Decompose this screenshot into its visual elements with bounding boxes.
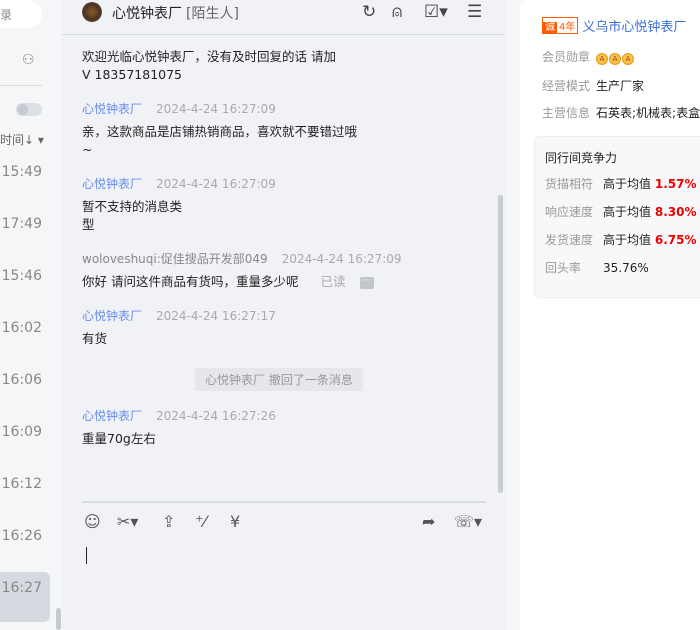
- metric-row: 发货速度 高于均值 6.75%: [545, 231, 696, 248]
- sender-name[interactable]: 心悦钟表厂: [82, 409, 142, 423]
- contact-tag: [陌生人]: [186, 6, 239, 22]
- metric-row: 响应速度 高于均值 8.30%: [545, 203, 696, 220]
- quick-phrase-icon[interactable]: ⁺⁄: [195, 512, 206, 531]
- avatar[interactable]: [82, 2, 102, 22]
- scrollbar[interactable]: [56, 608, 61, 630]
- mode-row: 经营模式 生产厂家: [542, 77, 644, 94]
- read-status: 已读: [320, 274, 346, 289]
- years: 4年: [559, 22, 576, 33]
- message-meta: 心悦钟表厂 2024-4-24 16:27:17: [82, 307, 482, 324]
- prefix: 高于均值: [603, 233, 652, 247]
- label: 发货速度: [545, 233, 594, 247]
- message-time: 2024-4-24 16:27:09: [156, 102, 276, 116]
- search-input[interactable]: 录: [0, 0, 42, 28]
- chat-header: 心悦钟表厂 [陌生人] ↻ ⍝ ☑▾ ☰: [62, 0, 505, 35]
- message-time: 2024-4-24 16:27:17: [156, 309, 276, 323]
- prefix: 高于均值: [603, 205, 652, 219]
- recall-notice: 心悦钟表厂 撤回了一条消息: [195, 368, 363, 391]
- metric-row: 货描相符 高于均值 1.57%: [545, 175, 696, 192]
- conversation-time[interactable]: 16:26: [0, 528, 50, 544]
- conversation-time[interactable]: 17:49: [0, 216, 50, 232]
- medal-icon: A: [622, 53, 635, 65]
- company-row: 诚 4年 义乌市心悦钟表厂: [542, 16, 686, 35]
- label: 主营信息: [542, 106, 591, 120]
- scrollbar[interactable]: [498, 195, 503, 493]
- value: 8.30%: [654, 205, 697, 219]
- history-icon[interactable]: ↻: [362, 2, 376, 22]
- divider: [0, 85, 42, 86]
- sender-name[interactable]: 心悦钟表厂: [82, 309, 142, 323]
- main-business-row: 主营信息 石英表;机械表;表盒: [542, 104, 700, 121]
- value: 生产厂家: [596, 79, 645, 93]
- chat-title: 心悦钟表厂 [陌生人]: [112, 3, 239, 23]
- toolbar-divider: [82, 501, 486, 503]
- coupon-icon[interactable]: ¥: [230, 512, 240, 531]
- message-row: 你好 请问这件商品有货吗，重量多少呢 已读 ···: [82, 273, 482, 291]
- filter-toggle[interactable]: [16, 103, 42, 116]
- sender-name[interactable]: 心悦钟表厂: [82, 177, 142, 191]
- conversation-time[interactable]: 16:02: [0, 320, 50, 336]
- medal-row: 会员勋章 A A A: [542, 48, 635, 65]
- org-tree-icon[interactable]: ⚇: [22, 52, 35, 68]
- prefix: 高于均值: [603, 177, 652, 191]
- medal-icon: A: [609, 53, 622, 65]
- label: 响应速度: [545, 205, 594, 219]
- message-text: 暂不支持的消息类 型: [82, 199, 183, 232]
- message-text: 你好 请问这件商品有货吗，重量多少呢: [82, 274, 299, 289]
- screenshot-icon[interactable]: ✂▾: [117, 512, 138, 531]
- message-text: 重量70g左右: [82, 431, 156, 446]
- label: 会员勋章: [542, 50, 591, 64]
- message-text: 欢迎光临心悦钟表厂，没有及时回复的话 请加 V 18357181075: [82, 49, 336, 82]
- company-name[interactable]: 义乌市心悦钟表厂: [582, 20, 686, 35]
- message-meta: 心悦钟表厂 2024-4-24 16:27:09: [82, 175, 482, 192]
- years-badge: 诚 4年: [542, 17, 579, 34]
- chat-panel: 心悦钟表厂 [陌生人] ↻ ⍝ ☑▾ ☰ 欢迎光临心悦钟表厂，没有及时回复的话 请…: [62, 0, 505, 630]
- message-time: 2024-4-24 16:27:09: [281, 252, 402, 266]
- value: 石英表;机械表;表盒: [596, 106, 700, 120]
- task-icon[interactable]: ☑▾: [424, 2, 448, 22]
- label: 经营模式: [542, 79, 591, 93]
- add-contact-icon[interactable]: ⍝: [392, 2, 402, 22]
- emoji-icon[interactable]: ☺: [84, 512, 101, 531]
- share-icon[interactable]: ➦: [422, 512, 435, 531]
- message-time: 2024-4-24 16:27:09: [156, 177, 276, 191]
- metric-row: 回头率 35.76%: [545, 259, 649, 276]
- value: 1.57%: [654, 177, 697, 191]
- upload-icon[interactable]: ⇪: [162, 512, 175, 531]
- value: 35.76%: [603, 261, 649, 275]
- message-meta: woloveshuqi:促佳搜品开发部049 2024-4-24 16:27:09: [82, 250, 482, 267]
- trust-icon: 诚: [543, 22, 557, 33]
- message-text: 有货: [82, 331, 108, 346]
- message-list: 欢迎光临心悦钟表厂，没有及时回复的话 请加 V 18357181075 心悦钟表…: [82, 36, 482, 448]
- conversation-time[interactable]: 16:12: [0, 476, 50, 492]
- conversation-time[interactable]: 15:46: [0, 268, 50, 284]
- medal-icon: A: [596, 53, 609, 65]
- message-input[interactable]: [86, 547, 87, 564]
- scheduled-message-icon[interactable]: ☏▾: [454, 512, 482, 531]
- label: 回头率: [545, 261, 582, 275]
- card-title: 同行间竞争力: [545, 151, 618, 165]
- sort-by-time-dropdown[interactable]: 时间↓ ▾: [0, 131, 44, 148]
- sender-name[interactable]: 心悦钟表厂: [82, 102, 142, 116]
- message-time: 2024-4-24 16:27:26: [156, 409, 276, 423]
- supplier-info-panel: 诚 4年 义乌市心悦钟表厂 会员勋章 A A A 经营模式 生产厂家 主营信息 石英表;机械表…: [520, 0, 700, 630]
- message-meta: 心悦钟表厂 2024-4-24 16:27:26: [82, 407, 482, 424]
- message-meta: 心悦钟表厂 2024-4-24 16:27:09: [82, 100, 482, 117]
- contact-name: 心悦钟表厂: [112, 6, 182, 22]
- label: 货描相符: [545, 177, 594, 191]
- more-icon[interactable]: ···: [359, 276, 374, 289]
- competitiveness-card: 同行间竞争力 货描相符 高于均值 1.57% 响应速度 高于均值 8.30% 发货速…: [534, 136, 700, 298]
- menu-icon[interactable]: ☰: [467, 2, 482, 22]
- value: 6.75%: [654, 233, 697, 247]
- sender-name[interactable]: woloveshuqi:促佳搜品开发部049: [82, 252, 268, 266]
- conversation-list: 录 ⚇ 时间↓ ▾ 15:49 17:49 15:46 16:02 16:06 …: [0, 0, 62, 630]
- conversation-time-selected[interactable]: 16:27: [0, 572, 50, 622]
- message-text: 亲，这款商品是店铺热销商品，喜欢就不要错过哦 ~: [82, 124, 358, 157]
- conversation-time[interactable]: 15:49: [0, 164, 50, 180]
- conversation-time[interactable]: 16:06: [0, 372, 50, 388]
- conversation-time[interactable]: 16:09: [0, 424, 50, 440]
